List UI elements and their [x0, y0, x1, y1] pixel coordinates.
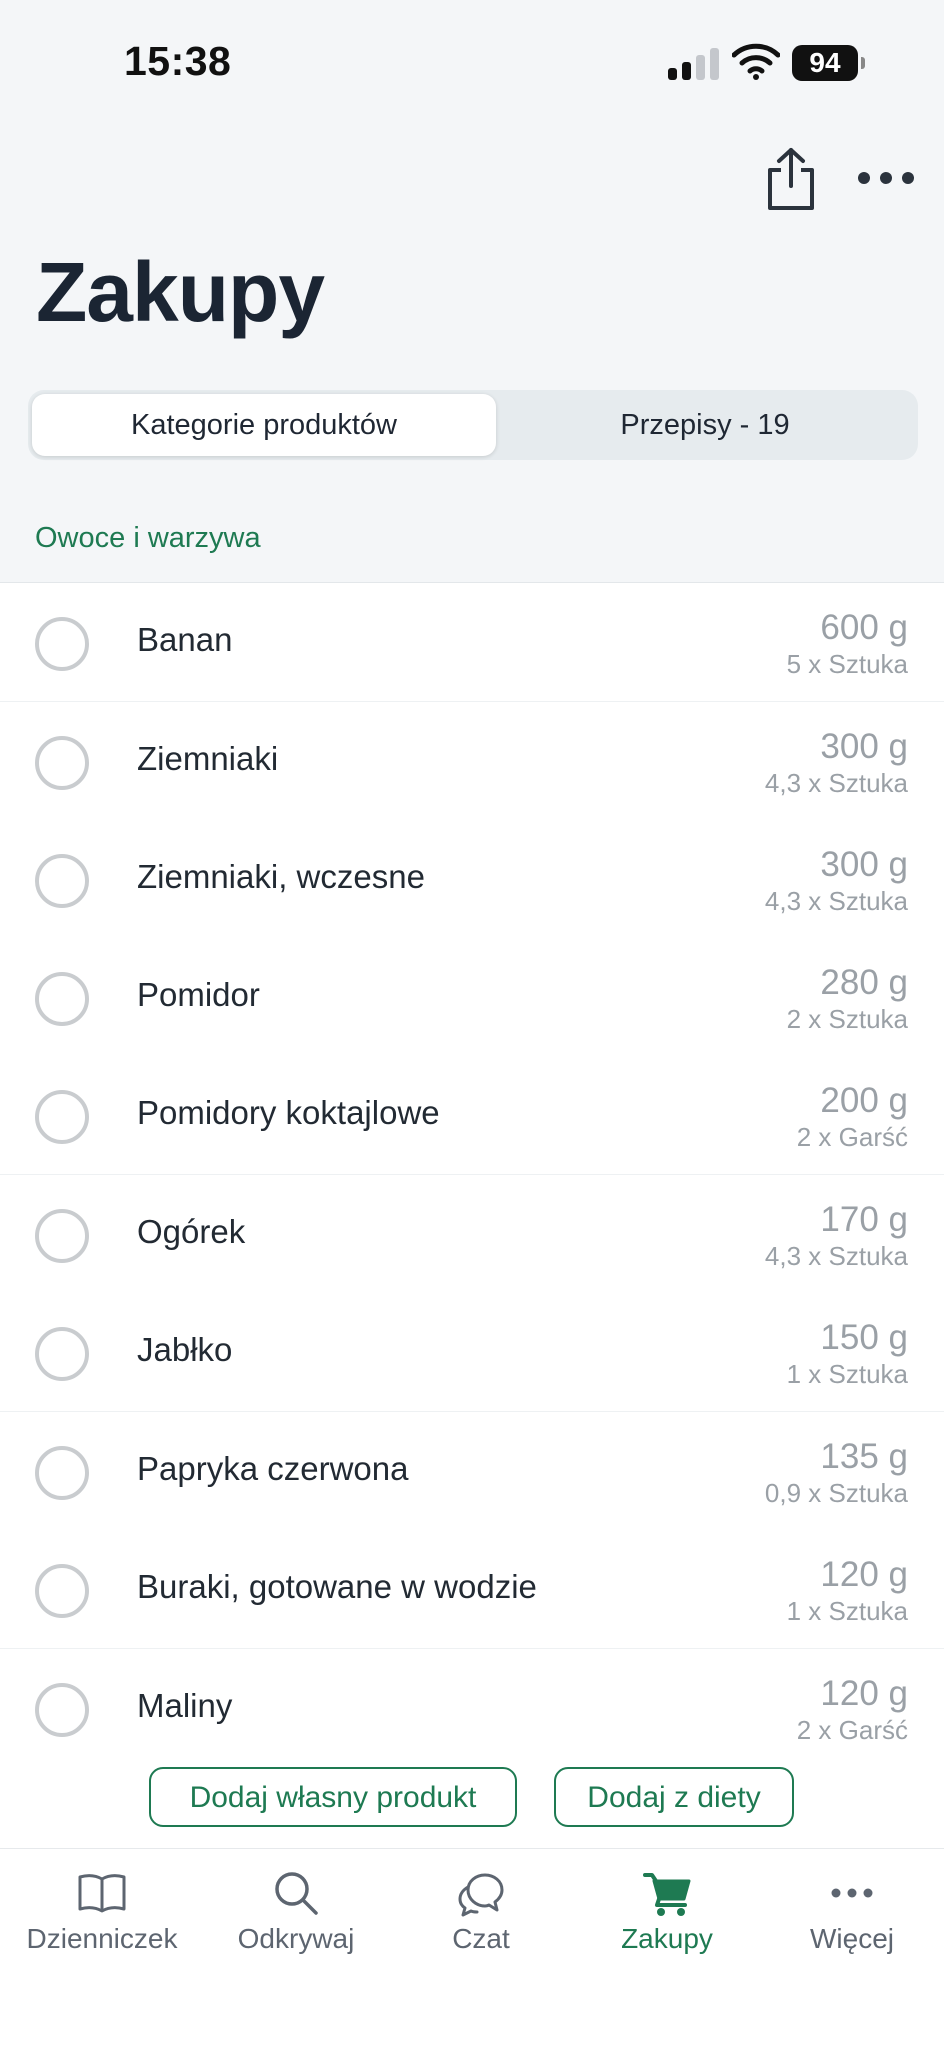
item-portion: 1 x Sztuka [786, 1359, 908, 1389]
item-name: Ziemniaki [137, 740, 279, 777]
cellular-signal-icon [668, 48, 720, 80]
list-item[interactable]: Maliny 120 g 2 x Garść [0, 1648, 944, 1767]
checkbox[interactable] [35, 1209, 89, 1263]
tab-more[interactable]: Więcej [758, 1849, 944, 1979]
tab-discover[interactable]: Odkrywaj [202, 1849, 390, 1979]
item-quantity: 300 g [820, 727, 908, 766]
checkbox[interactable] [35, 1564, 89, 1618]
category-header: Owoce i warzywa [35, 522, 261, 554]
page-title: Zakupy [36, 245, 325, 339]
tab-diary[interactable]: Dzienniczek [8, 1849, 196, 1979]
item-quantity: 300 g [820, 845, 908, 884]
checkbox[interactable] [35, 1090, 89, 1144]
item-quantity: 200 g [820, 1081, 908, 1120]
item-name: Ziemniaki, wczesne [137, 858, 425, 895]
item-name: Banan [137, 621, 233, 658]
list-item[interactable]: Ziemniaki 300 g 4,3 x Sztuka [0, 701, 944, 820]
item-name: Pomidor [137, 976, 260, 1013]
item-name: Jabłko [137, 1331, 233, 1368]
segment-recipes[interactable]: Przepisy - 19 [496, 394, 914, 456]
item-portion: 2 x Sztuka [786, 1004, 908, 1034]
battery-indicator: 94 [792, 45, 865, 81]
tab-label: Zakupy [621, 1923, 713, 1954]
tab-label: Czat [452, 1923, 510, 1954]
list-item[interactable]: Pomidory koktajlowe 200 g 2 x Garść [0, 1056, 944, 1174]
status-time: 15:38 [124, 38, 232, 84]
status-bar: 15:38 94 [0, 0, 944, 120]
item-portion: 2 x Garść [796, 1715, 908, 1745]
item-quantity: 170 g [820, 1200, 908, 1239]
tab-chat[interactable]: Czat [387, 1849, 575, 1979]
list-item[interactable]: Jabłko 150 g 1 x Sztuka [0, 1293, 944, 1411]
list-item[interactable]: Ziemniaki, wczesne 300 g 4,3 x Sztuka [0, 820, 944, 938]
tab-label: Dzienniczek [26, 1923, 178, 1954]
item-portion: 4,3 x Sztuka [764, 1241, 908, 1271]
wifi-icon [732, 43, 780, 80]
item-name: Buraki, gotowane w wodzie [137, 1568, 537, 1605]
item-name: Ogórek [137, 1213, 246, 1250]
item-portion: 0,9 x Sztuka [764, 1478, 908, 1508]
tab-label: Więcej [809, 1923, 894, 1954]
segment-product-categories[interactable]: Kategorie produktów [32, 394, 496, 456]
checkbox[interactable] [35, 972, 89, 1026]
item-quantity: 150 g [820, 1318, 908, 1357]
list-item[interactable]: Buraki, gotowane w wodzie 120 g 1 x Sztu… [0, 1530, 944, 1648]
search-icon [275, 1872, 318, 1915]
checkbox[interactable] [35, 1683, 89, 1737]
item-portion: 1 x Sztuka [786, 1596, 908, 1626]
segmented-control: Kategorie produktów Przepisy - 19 [28, 390, 918, 460]
checkbox[interactable] [35, 854, 89, 908]
share-icon[interactable] [762, 146, 820, 212]
chat-icon [458, 1873, 504, 1917]
add-own-product-button[interactable]: Dodaj własny produkt [149, 1767, 517, 1827]
book-icon [78, 1874, 126, 1913]
checkbox[interactable] [35, 617, 89, 671]
item-name: Papryka czerwona [137, 1450, 409, 1487]
item-quantity: 135 g [820, 1437, 908, 1476]
list-item[interactable]: Banan 600 g 5 x Sztuka [0, 583, 944, 701]
item-quantity: 280 g [820, 963, 908, 1002]
checkbox[interactable] [35, 1327, 89, 1381]
list-item[interactable]: Ogórek 170 g 4,3 x Sztuka [0, 1174, 944, 1293]
list-item[interactable]: Papryka czerwona 135 g 0,9 x Sztuka [0, 1411, 944, 1530]
item-portion: 4,3 x Sztuka [764, 768, 908, 798]
tab-shopping[interactable]: Zakupy [573, 1849, 761, 1979]
tab-bar: Dzienniczek Odkrywaj Czat Zakupy Więcej [0, 1848, 944, 2049]
item-portion: 2 x Garść [796, 1122, 908, 1152]
header-actions [0, 140, 944, 220]
item-name: Pomidory koktajlowe [137, 1094, 440, 1131]
item-quantity: 120 g [820, 1555, 908, 1594]
item-portion: 5 x Sztuka [786, 649, 908, 679]
more-icon [831, 1888, 873, 1898]
tab-label: Odkrywaj [237, 1923, 355, 1954]
more-options-icon[interactable] [856, 160, 916, 196]
list-item[interactable]: Pomidor 280 g 2 x Sztuka [0, 938, 944, 1056]
checkbox[interactable] [35, 1446, 89, 1500]
cart-icon [643, 1873, 691, 1916]
checkbox[interactable] [35, 736, 89, 790]
item-portion: 4,3 x Sztuka [764, 886, 908, 916]
item-quantity: 600 g [820, 608, 908, 647]
shopping-list: Banan 600 g 5 x Sztuka Ziemniaki 300 g 4… [0, 582, 944, 1849]
add-from-diet-button[interactable]: Dodaj z diety [554, 1767, 794, 1827]
item-quantity: 120 g [820, 1674, 908, 1713]
item-name: Maliny [137, 1687, 233, 1724]
